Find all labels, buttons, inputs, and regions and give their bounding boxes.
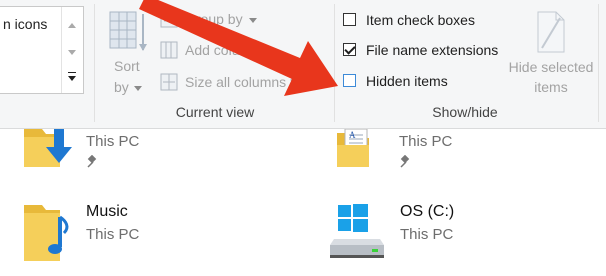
documents-folder-icon: A [337, 129, 369, 167]
windows-drive-icon [330, 204, 384, 258]
item-location: This PC [86, 226, 140, 243]
list-item[interactable]: A This PC [335, 129, 595, 177]
item-location: This PC [86, 133, 140, 150]
svg-text:A: A [349, 130, 356, 140]
list-item[interactable]: OS (C:) This PC [328, 199, 598, 265]
list-item[interactable]: Music This PC [20, 199, 300, 265]
music-folder-icon [24, 205, 69, 261]
item-name: OS (C:) [400, 203, 455, 220]
pin-icon[interactable] [399, 155, 413, 169]
downloads-folder-icon [24, 129, 72, 167]
item-location: This PC [400, 226, 454, 243]
item-name: Music [86, 203, 128, 220]
list-item[interactable]: This PC [20, 129, 300, 177]
item-location: This PC [399, 133, 453, 150]
pin-icon[interactable] [86, 155, 100, 169]
file-list: This PC A This PC Music This PC OS (C:) … [0, 129, 606, 276]
